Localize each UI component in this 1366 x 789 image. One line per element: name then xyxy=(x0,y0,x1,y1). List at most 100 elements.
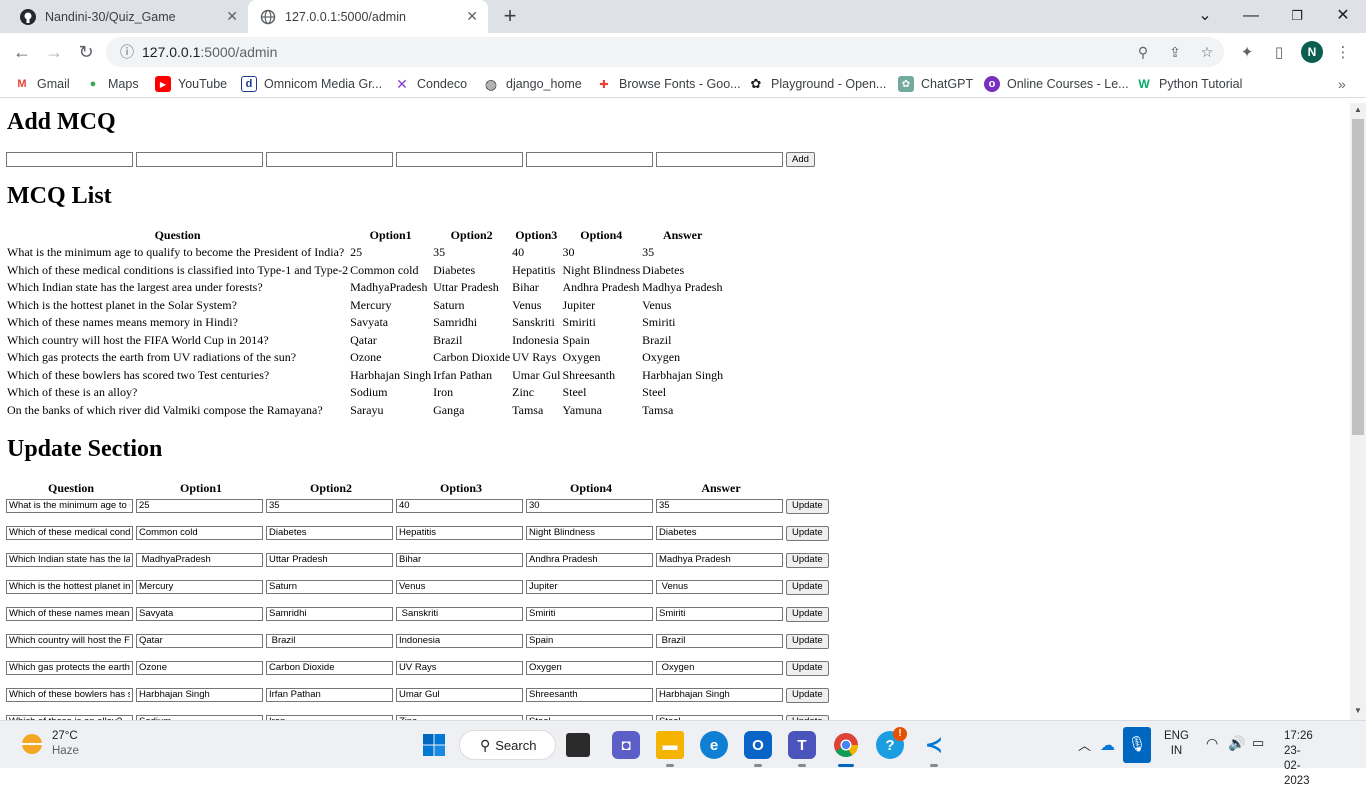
scroll-up-icon[interactable]: ▲ xyxy=(1350,105,1366,114)
bookmark-youtube[interactable]: ▶ YouTube xyxy=(155,75,227,93)
option4-edit-field[interactable] xyxy=(526,552,653,567)
option3-edit-field[interactable] xyxy=(396,687,523,702)
answer-edit-field[interactable] xyxy=(656,498,783,513)
share-icon[interactable]: ⇪ xyxy=(1166,43,1184,61)
tab-search-icon[interactable]: ⌄ xyxy=(1190,4,1220,28)
close-tab-icon[interactable]: ✕ xyxy=(466,8,478,25)
bookmark-omnicom[interactable]: d Omnicom Media Gr... xyxy=(241,75,382,93)
bookmark-chatgpt[interactable]: ✿ ChatGPT xyxy=(898,75,973,93)
option3-edit-field[interactable] xyxy=(396,498,523,513)
teams-chat-icon[interactable]: ◘ xyxy=(612,731,640,759)
update-button[interactable]: Update xyxy=(786,633,829,649)
question-edit-field[interactable] xyxy=(6,552,133,567)
option4-edit-field[interactable] xyxy=(526,633,653,648)
taskbar-search[interactable]: ⚲ Search xyxy=(459,730,556,760)
option3-edit-field[interactable] xyxy=(396,579,523,594)
answer-edit-field[interactable] xyxy=(656,552,783,567)
option4-edit-field[interactable] xyxy=(526,525,653,540)
chevron-up-icon[interactable]: ︿ xyxy=(1078,735,1091,754)
option2-edit-field[interactable] xyxy=(266,525,393,540)
option3-edit-field[interactable] xyxy=(396,633,523,648)
bookmark-gmail[interactable]: M Gmail xyxy=(14,75,69,93)
extensions-icon[interactable]: ✦ xyxy=(1237,42,1257,62)
option3-input[interactable] xyxy=(396,152,523,167)
onedrive-cloud-icon[interactable]: ☁ xyxy=(1100,736,1115,754)
scroll-thumb[interactable] xyxy=(1352,119,1364,435)
bookmark-maps[interactable]: ● Maps xyxy=(85,75,139,93)
option1-edit-field[interactable] xyxy=(136,606,263,621)
scroll-down-icon[interactable]: ▼ xyxy=(1350,706,1366,715)
start-windows-icon[interactable] xyxy=(420,731,448,759)
vertical-scrollbar[interactable]: ▲ ▼ xyxy=(1350,103,1366,720)
forward-arrow-icon[interactable]: → xyxy=(42,40,66,64)
question-edit-field[interactable] xyxy=(6,498,133,513)
question-edit-field[interactable] xyxy=(6,579,133,594)
option1-edit-field[interactable] xyxy=(136,552,263,567)
bookmark-star-icon[interactable]: ☆ xyxy=(1198,43,1216,61)
bookmark-browse-fonts[interactable]: ✚ Browse Fonts - Goo... xyxy=(596,75,740,93)
answer-edit-field[interactable] xyxy=(656,687,783,702)
option4-input[interactable] xyxy=(526,152,653,167)
volume-icon[interactable]: 🔊 xyxy=(1228,735,1245,752)
option2-edit-field[interactable] xyxy=(266,552,393,567)
info-icon[interactable]: ⓘ xyxy=(118,43,136,61)
reload-icon[interactable]: ↻ xyxy=(74,40,98,64)
option1-edit-field[interactable] xyxy=(136,687,263,702)
tab-admin[interactable]: 127.0.0.1:5000/admin ✕ xyxy=(248,0,488,33)
chrome-icon[interactable] xyxy=(832,731,860,759)
close-tab-icon[interactable]: ✕ xyxy=(226,8,238,25)
option2-edit-field[interactable] xyxy=(266,606,393,621)
option3-edit-field[interactable] xyxy=(396,606,523,621)
update-button[interactable]: Update xyxy=(786,687,829,703)
update-button[interactable]: Update xyxy=(786,606,829,622)
option2-edit-field[interactable] xyxy=(266,633,393,648)
answer-edit-field[interactable] xyxy=(656,606,783,621)
option3-edit-field[interactable] xyxy=(396,525,523,540)
language-indicator[interactable]: ENG IN xyxy=(1164,729,1189,759)
bookmark-playground[interactable]: ✿ Playground - Open... xyxy=(748,75,887,93)
question-edit-field[interactable] xyxy=(6,525,133,540)
option2-edit-field[interactable] xyxy=(266,498,393,513)
back-arrow-icon[interactable]: ← xyxy=(10,40,34,64)
tab-github[interactable]: Nandini-30/Quiz_Game ✕ xyxy=(8,0,248,33)
teams-icon[interactable]: T xyxy=(788,731,816,759)
update-button[interactable]: Update xyxy=(786,525,829,541)
bookmark-condeco[interactable]: ✕ Condeco xyxy=(394,75,467,93)
option1-edit-field[interactable] xyxy=(136,579,263,594)
add-button[interactable]: Add xyxy=(786,152,815,167)
answer-edit-field[interactable] xyxy=(656,525,783,540)
more-bookmarks-icon[interactable]: » xyxy=(1338,75,1346,93)
option4-edit-field[interactable] xyxy=(526,606,653,621)
question-edit-field[interactable] xyxy=(6,606,133,621)
bookmark-python-tutorial[interactable]: W Python Tutorial xyxy=(1136,75,1242,93)
file-explorer-icon[interactable]: ▬ xyxy=(656,731,684,759)
answer-edit-field[interactable] xyxy=(656,633,783,648)
weather-widget[interactable]: 27°C Haze xyxy=(22,729,79,759)
option2-edit-field[interactable] xyxy=(266,660,393,675)
answer-input[interactable] xyxy=(656,152,783,167)
question-edit-field[interactable] xyxy=(6,633,133,648)
microphone-icon[interactable]: 🎙 xyxy=(1123,727,1151,763)
menu-icon[interactable]: ⋮ xyxy=(1333,42,1353,62)
option4-edit-field[interactable] xyxy=(526,579,653,594)
option3-edit-field[interactable] xyxy=(396,552,523,567)
option2-edit-field[interactable] xyxy=(266,579,393,594)
bookmark-online-courses[interactable]: o Online Courses - Le... xyxy=(984,75,1129,93)
option4-edit-field[interactable] xyxy=(526,687,653,702)
answer-edit-field[interactable] xyxy=(656,579,783,594)
option4-edit-field[interactable] xyxy=(526,498,653,513)
question-edit-field[interactable] xyxy=(6,660,133,675)
option1-input[interactable] xyxy=(136,152,263,167)
new-tab-button[interactable]: + xyxy=(498,4,522,28)
option2-input[interactable] xyxy=(266,152,393,167)
update-button[interactable]: Update xyxy=(786,579,829,595)
address-bar[interactable]: ⓘ 127.0.0.1:5000/admin ⚲ ⇪ ☆ xyxy=(106,37,1224,67)
zoom-icon[interactable]: ⚲ xyxy=(1134,43,1152,61)
minimize-button[interactable]: — xyxy=(1236,4,1266,28)
edge-icon[interactable]: e xyxy=(700,731,728,759)
option4-edit-field[interactable] xyxy=(526,660,653,675)
task-view-icon[interactable] xyxy=(566,733,590,757)
answer-edit-field[interactable] xyxy=(656,660,783,675)
update-button[interactable]: Update xyxy=(786,552,829,568)
outlook-icon[interactable]: O xyxy=(744,731,772,759)
